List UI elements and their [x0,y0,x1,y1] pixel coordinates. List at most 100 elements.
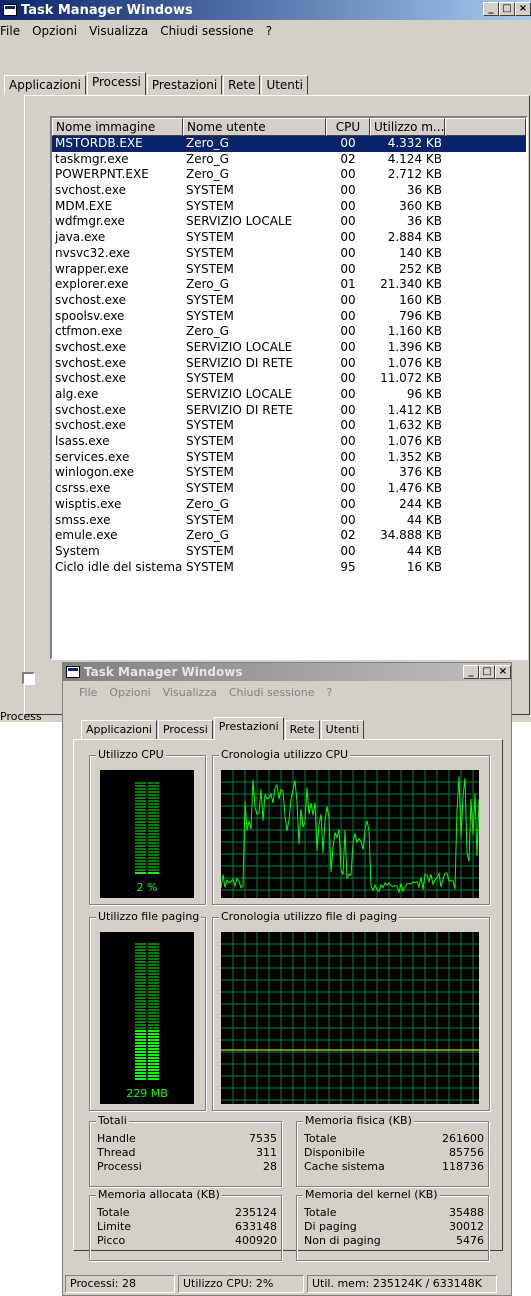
meter-segment [135,1054,146,1056]
meter-segment [148,815,159,817]
meter-segment [148,812,159,814]
meter-segment [135,782,146,784]
table-row[interactable]: smss.exe SYSTEM 00 44 KB [52,513,526,529]
col-nome-utente[interactable]: Nome utente [183,118,326,136]
meter-segment [148,836,159,838]
tab-utenti[interactable]: Utenti [261,75,308,95]
table-row[interactable]: spoolsv.exe SYSTEM 00 796 KB [52,309,526,325]
cell-cpu: 00 [340,496,356,511]
meter-segment [148,1066,159,1068]
info-value: 85756 [449,1146,484,1159]
table-row[interactable]: svchost.exe SYSTEM 00 160 KB [52,293,526,309]
tab-prestazioni[interactable]: Prestazioni [213,717,284,740]
menu-visualizza[interactable]: Visualizza [157,686,223,699]
back-titlebar[interactable]: Task Manager Windows _ □ × [0,0,531,20]
tab-processi[interactable]: Processi [157,720,213,740]
list-header: Nome immagine Nome utente CPU Utilizzo m… [52,118,526,136]
table-row[interactable]: lsass.exe SYSTEM 00 1.076 KB [52,434,526,450]
table-row[interactable]: wdfmgr.exe SERVIZIO LOCALE 00 36 KB [52,214,526,230]
meter-segment [135,869,146,871]
meter-segment [148,800,159,802]
meter-segment [148,1051,159,1053]
col-cpu[interactable]: CPU [326,118,370,136]
table-row[interactable]: ctfmon.exe Zero_G 00 1.160 KB [52,324,526,340]
checkbox[interactable] [22,672,35,685]
meter-segment [135,848,146,850]
col-utilizzo-memoria[interactable]: Utilizzo m... [370,118,445,136]
table-row[interactable]: svchost.exe SYSTEM 00 1.632 KB [52,418,526,434]
table-row[interactable]: taskmgr.exe Zero_G 02 4.124 KB [52,152,526,168]
cell-image: services.exe [55,449,130,464]
table-row[interactable]: svchost.exe SYSTEM 00 11.072 KB [52,371,526,387]
tab-utenti[interactable]: Utenti [320,720,365,740]
menu-chiudi-sessione[interactable]: Chiudi sessione [223,686,321,699]
menu-chiudi-sessione[interactable]: Chiudi sessione [154,24,260,38]
table-row[interactable]: winlogon.exe SYSTEM 00 376 KB [52,465,526,481]
menu-file[interactable]: File [73,686,103,699]
meter-segment [148,851,159,853]
table-row[interactable]: svchost.exe SYSTEM 00 36 KB [52,183,526,199]
cell-image: svchost.exe [55,402,126,417]
meter-segment [135,866,146,868]
tab-prestazioni[interactable]: Prestazioni [146,75,223,95]
table-row[interactable]: MSTORDB.EXE Zero_G 00 4.332 KB [52,136,526,152]
menu-file[interactable]: File [0,24,26,38]
close-icon[interactable]: × [495,665,511,679]
cell-cpu: 00 [340,308,356,323]
table-row[interactable]: alg.exe SERVIZIO LOCALE 00 96 KB [52,387,526,403]
meter-segment [148,818,159,820]
table-row[interactable]: wisptis.exe Zero_G 00 244 KB [52,497,526,513]
meter-segment [135,988,146,990]
menu-help[interactable]: ? [260,24,278,38]
tab-processi[interactable]: Processi [86,72,146,95]
table-row[interactable]: explorer.exe Zero_G 01 21.340 KB [52,277,526,293]
col-empty [445,118,526,136]
cell-user: SYSTEM [186,481,234,496]
col-nome-immagine[interactable]: Nome immagine [52,118,183,136]
cell-image: taskmgr.exe [55,151,129,166]
table-row[interactable]: MDM.EXE SYSTEM 00 360 KB [52,199,526,215]
meter-segment [135,991,146,993]
meter-segment [135,803,146,805]
cell-user: SYSTEM [186,261,234,276]
menu-opzioni[interactable]: Opzioni [103,686,156,699]
table-row[interactable]: nvsvc32.exe SYSTEM 00 140 KB [52,246,526,262]
table-row[interactable]: csrss.exe SYSTEM 00 1.476 KB [52,481,526,497]
close-icon[interactable]: × [515,2,531,16]
meter-segment [148,964,159,966]
maximize-icon[interactable]: □ [479,665,495,679]
table-row[interactable]: emule.exe Zero_G 02 34.888 KB [52,528,526,544]
table-row[interactable]: svchost.exe SERVIZIO DI RETE 00 1.412 KB [52,403,526,419]
table-row[interactable]: svchost.exe SERVIZIO DI RETE 00 1.076 KB [52,356,526,372]
tab-applicazioni[interactable]: Applicazioni [4,75,86,95]
table-row[interactable]: System SYSTEM 00 44 KB [52,544,526,560]
cell-user: Zero_G [186,496,229,511]
table-row[interactable]: Ciclo idle del sistema SYSTEM 95 16 KB [52,560,526,576]
meter-segment [135,961,146,963]
process-list[interactable]: Nome immagine Nome utente CPU Utilizzo m… [50,116,528,660]
table-row[interactable]: POWERPNT.EXE Zero_G 00 2.712 KB [52,167,526,183]
meter-segment [135,1063,146,1065]
minimize-icon[interactable]: _ [483,2,499,16]
tab-rete[interactable]: Rete [284,720,320,740]
meter-segment [148,1078,159,1080]
cell-cpu: 00 [340,292,356,307]
cell-mem: 1.476 KB [387,481,442,496]
table-row[interactable]: java.exe SYSTEM 00 2.884 KB [52,230,526,246]
cell-mem: 1.412 KB [387,402,442,417]
cell-cpu: 00 [340,136,356,150]
minimize-icon[interactable]: _ [463,665,479,679]
table-row[interactable]: svchost.exe SERVIZIO LOCALE 00 1.396 KB [52,340,526,356]
tab-applicazioni[interactable]: Applicazioni [81,720,157,740]
menu-opzioni[interactable]: Opzioni [26,24,83,38]
menu-help[interactable]: ? [321,686,339,699]
tab-rete[interactable]: Rete [223,75,261,95]
table-row[interactable]: services.exe SYSTEM 00 1.352 KB [52,450,526,466]
meter-segment [148,943,159,945]
front-titlebar[interactable]: Task Manager Windows _ □ × [63,663,511,681]
maximize-icon[interactable]: □ [499,2,515,16]
menu-visualizza[interactable]: Visualizza [83,24,154,38]
table-row[interactable]: wrapper.exe SYSTEM 00 252 KB [52,262,526,278]
meter-segment [148,973,159,975]
cell-mem: 4.332 KB [387,136,442,150]
